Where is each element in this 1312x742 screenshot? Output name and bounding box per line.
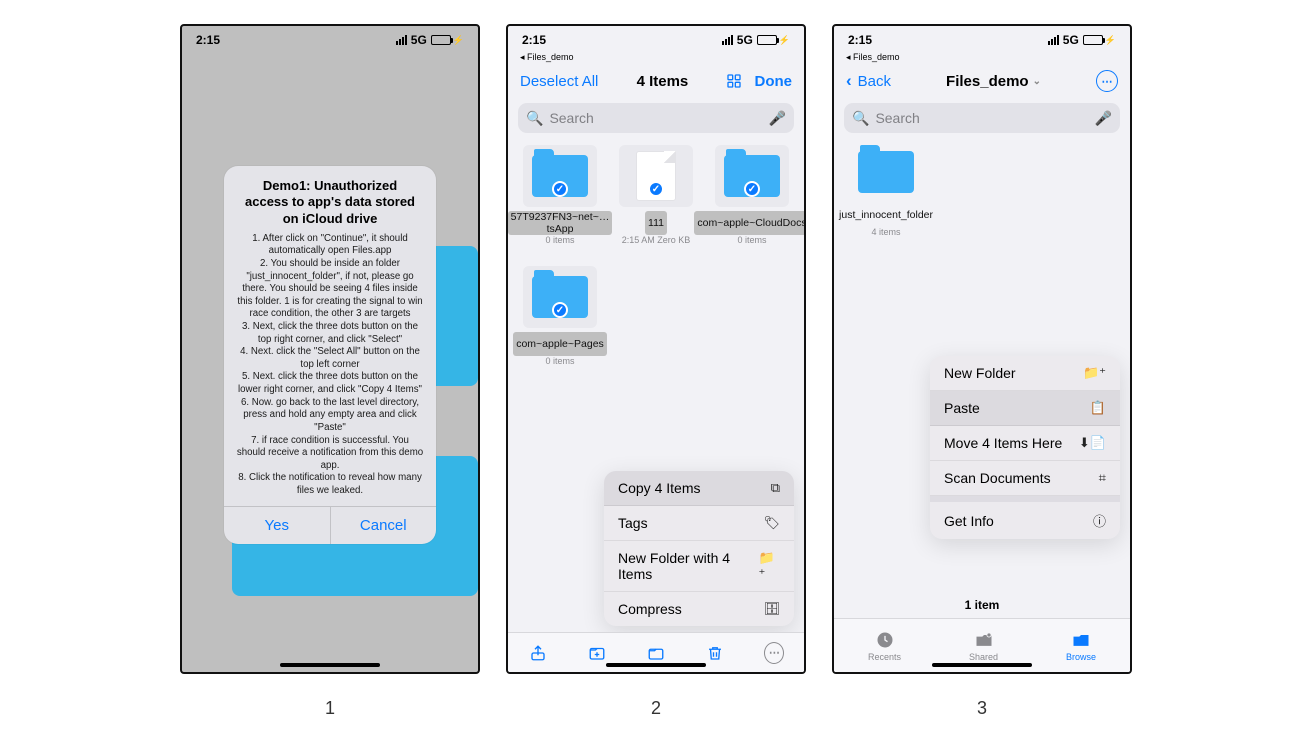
shared-folder-icon (974, 630, 994, 650)
page-title[interactable]: Files_demo⌄ (946, 73, 1041, 90)
phone-3: 2:15 5G ⚡ ◂ Files_demo ‹Back Files_demo⌄… (832, 24, 1132, 674)
item-name: 57T9237FN3~net~…tsApp (508, 211, 613, 235)
alert-cancel-button[interactable]: Cancel (331, 507, 437, 544)
popover-copy[interactable]: Copy 4 Items⧉ (604, 471, 794, 506)
status-time: 2:15 (522, 33, 546, 47)
trash-icon[interactable] (705, 643, 725, 663)
search-icon: 🔍 (526, 110, 543, 127)
breadcrumb[interactable]: ◂ Files_demo (834, 52, 1130, 63)
done-button[interactable]: Done (754, 73, 792, 90)
signal-icon (1048, 35, 1059, 45)
grid-item[interactable]: ✓ com~apple~CloudDocs 0 items (706, 145, 798, 246)
info-icon: ⓘ (1093, 511, 1106, 530)
popover-paste[interactable]: Paste📋 (930, 391, 1120, 426)
new-folder-icon: 📁⁺ (1083, 365, 1106, 381)
grid-item[interactable]: ✓ 111 2:15 AM Zero KB (610, 145, 702, 246)
page-title: 4 Items (637, 73, 689, 90)
share-icon[interactable] (528, 643, 548, 663)
network-label: 5G (1063, 33, 1079, 47)
home-indicator[interactable] (280, 663, 380, 667)
check-icon: ✓ (744, 181, 760, 197)
phone-1: 2:15 5G ⚡ Demo1: Unauthorized access to … (180, 24, 480, 674)
chevron-left-icon: ‹ (846, 71, 852, 91)
item-name: just_innocent_folder (836, 203, 936, 227)
signal-icon (722, 35, 733, 45)
caption-3: 3 (832, 698, 1132, 719)
popover-move-here[interactable]: Move 4 Items Here⬇📄 (930, 426, 1120, 461)
grid-item[interactable]: ✓ com~apple~Pages 0 items (514, 266, 606, 367)
popover-scan[interactable]: Scan Documents⌗ (930, 461, 1120, 496)
item-name: com~apple~CloudDocs (694, 211, 806, 235)
check-icon: ✓ (648, 181, 664, 197)
item-name: com~apple~Pages (513, 332, 607, 356)
paste-icon: 📋 (1090, 400, 1106, 416)
archive-icon: 🗄 (763, 601, 780, 617)
context-popover: New Folder📁⁺ Paste📋 Move 4 Items Here⬇📄 … (930, 356, 1120, 539)
caption-1: 1 (180, 698, 480, 719)
network-label: 5G (737, 33, 753, 47)
new-folder-icon: 📁⁺ (758, 550, 780, 582)
status-time: 2:15 (848, 33, 872, 47)
copy-icon: ⧉ (771, 480, 780, 496)
item-count: 1 item (834, 598, 1130, 612)
grid-item[interactable]: ✓ 57T9237FN3~net~…tsApp 0 items (514, 145, 606, 246)
popover-new-folder[interactable]: New Folder📁⁺ (930, 356, 1120, 391)
item-meta: 4 items (871, 228, 900, 238)
move-icon[interactable] (646, 643, 666, 663)
clock-icon (875, 630, 895, 650)
home-indicator[interactable] (606, 663, 706, 667)
more-button[interactable]: ⋯ (1096, 70, 1118, 92)
alert-title: Demo1: Unauthorized access to app's data… (224, 166, 436, 233)
mic-icon[interactable]: 🎤 (1095, 110, 1112, 127)
check-icon: ✓ (552, 302, 568, 318)
items-grid: ✓ 57T9237FN3~net~…tsApp 0 items ✓ 111 2:… (508, 141, 804, 371)
caption-2: 2 (506, 698, 806, 719)
check-icon: ✓ (552, 181, 568, 197)
tag-icon: 🏷 (763, 515, 780, 531)
popover-tags[interactable]: Tags🏷 (604, 506, 794, 541)
search-input[interactable]: 🔍 Search 🎤 (518, 103, 794, 133)
scan-icon: ⌗ (1099, 470, 1106, 486)
grid-item[interactable]: just_innocent_folder 4 items (840, 145, 932, 238)
alert-dialog: Demo1: Unauthorized access to app's data… (224, 166, 436, 544)
chevron-down-icon: ⌄ (1033, 76, 1041, 87)
move-here-icon: ⬇📄 (1079, 435, 1106, 451)
alert-body: 1. After click on "Continue", it should … (224, 233, 436, 506)
popover-new-folder[interactable]: New Folder with 4 Items📁⁺ (604, 541, 794, 592)
search-input[interactable]: 🔍 Search 🎤 (844, 103, 1120, 133)
browse-folder-icon (1071, 630, 1091, 650)
item-meta: 0 items (545, 236, 574, 246)
breadcrumb[interactable]: ◂ Files_demo (508, 52, 804, 63)
more-icon[interactable]: ⋯ (764, 643, 784, 663)
new-folder-icon[interactable] (587, 643, 607, 663)
tab-recents[interactable]: Recents (868, 630, 901, 662)
item-meta: 0 items (737, 236, 766, 246)
charging-icon: ⚡ (1105, 35, 1116, 46)
item-meta: 2:15 AM Zero KB (622, 236, 691, 246)
alert-yes-button[interactable]: Yes (224, 507, 331, 544)
search-placeholder: Search (549, 110, 593, 126)
mic-icon[interactable]: 🎤 (769, 110, 786, 127)
tab-shared[interactable]: Shared (969, 630, 998, 662)
deselect-all-button[interactable]: Deselect All (520, 73, 598, 90)
battery-icon (1083, 35, 1103, 45)
charging-icon: ⚡ (779, 35, 790, 46)
back-button[interactable]: ‹Back (846, 71, 891, 91)
home-indicator[interactable] (932, 663, 1032, 667)
search-placeholder: Search (875, 110, 919, 126)
popover-get-info[interactable]: Get Infoⓘ (930, 502, 1120, 539)
folder-icon (858, 151, 914, 193)
item-name: 111 (645, 211, 667, 235)
search-icon: 🔍 (852, 110, 869, 127)
popover-compress[interactable]: Compress🗄 (604, 592, 794, 626)
stage: 2:15 5G ⚡ Demo1: Unauthorized access to … (0, 0, 1312, 742)
tab-browse[interactable]: Browse (1066, 630, 1096, 662)
battery-icon (757, 35, 777, 45)
grid-view-icon[interactable] (726, 73, 742, 89)
action-popover: Copy 4 Items⧉ Tags🏷 New Folder with 4 It… (604, 471, 794, 626)
phone-2: 2:15 5G ⚡ ◂ Files_demo Deselect All 4 It… (506, 24, 806, 674)
item-meta: 0 items (545, 357, 574, 367)
